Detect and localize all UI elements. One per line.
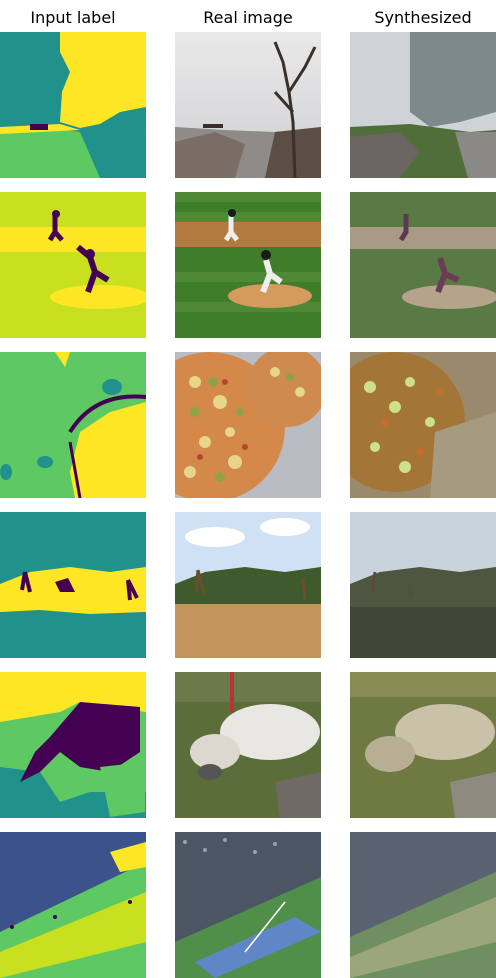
label-map-row-2 (0, 192, 146, 338)
real-image-row-5 (175, 672, 321, 818)
label-map-row-1 (0, 32, 146, 178)
synthesized-row-2 (350, 192, 496, 338)
real-image-row-4 (175, 512, 321, 658)
synthesized-row-3 (350, 352, 496, 498)
column-header-synthesized: Synthesized (374, 8, 472, 27)
real-image-row-6 (175, 832, 321, 978)
real-image-row-2 (175, 192, 321, 338)
synthesized-row-6 (350, 832, 496, 978)
real-image-row-3 (175, 352, 321, 498)
label-map-row-3 (0, 352, 146, 498)
real-image-row-1 (175, 32, 321, 178)
synthesized-row-1 (350, 32, 496, 178)
label-map-row-4 (0, 512, 146, 658)
label-map-row-5 (0, 672, 146, 818)
column-header-input-label: Input label (30, 8, 116, 27)
synthesized-row-5 (350, 672, 496, 818)
label-map-row-6 (0, 832, 146, 978)
synthesized-row-4 (350, 512, 496, 658)
column-header-real-image: Real image (203, 8, 293, 27)
